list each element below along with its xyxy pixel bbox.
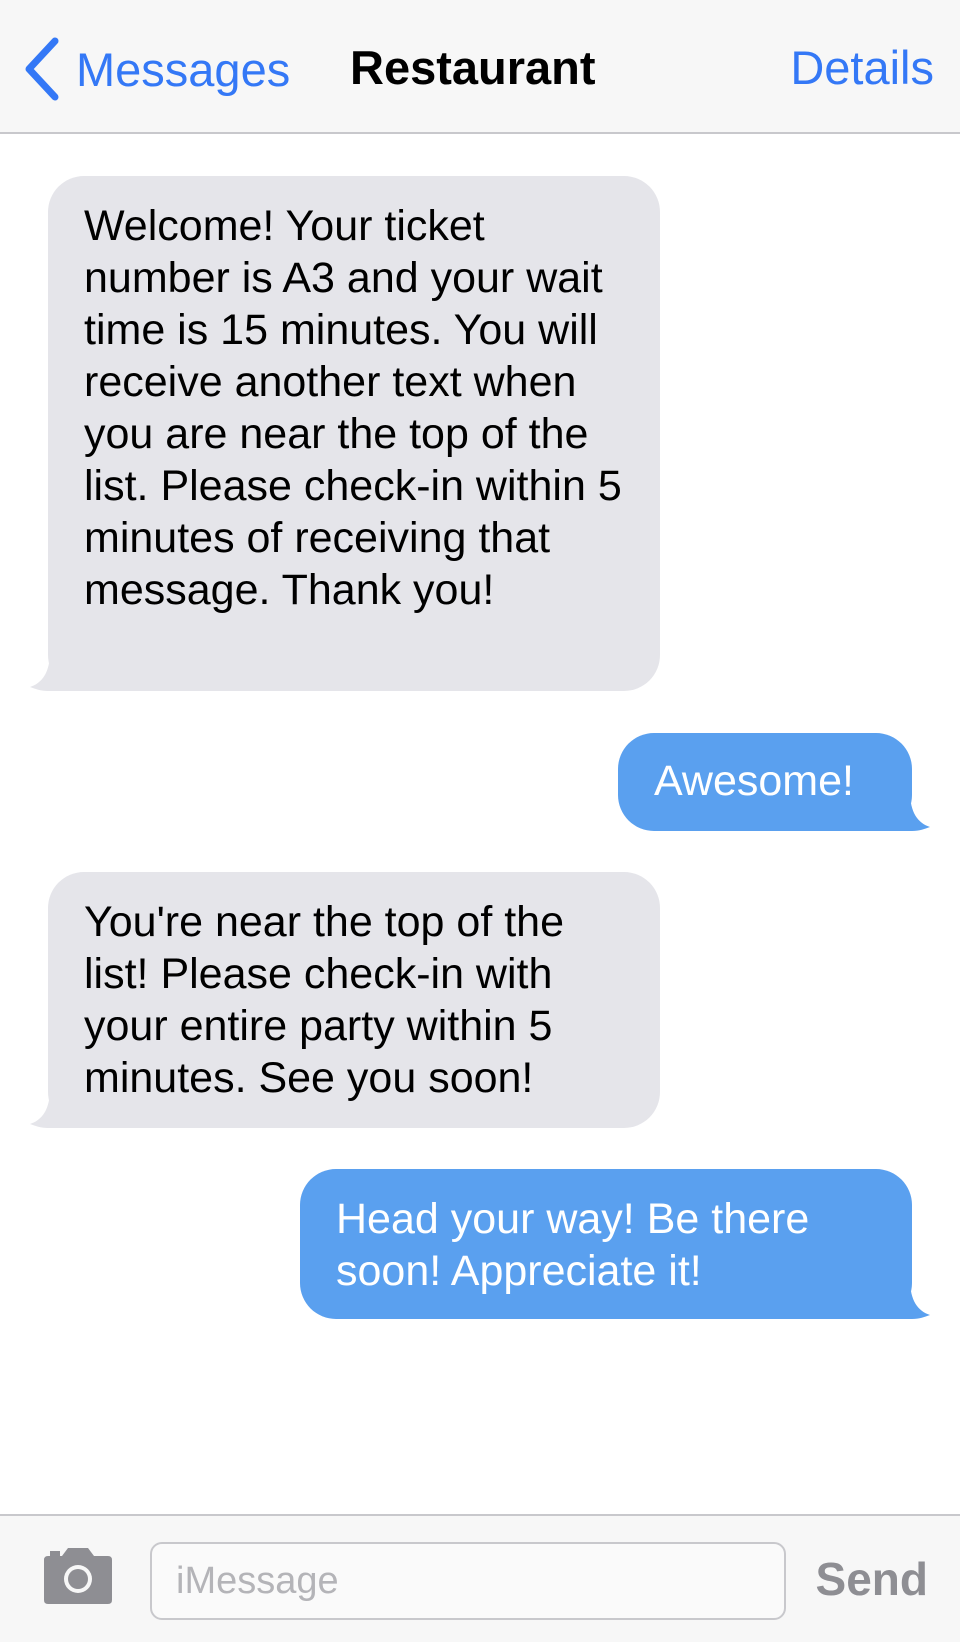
navigation-bar: Messages Restaurant Details [0, 0, 960, 134]
conversation-title: Restaurant [350, 41, 596, 94]
incoming-message-bubble[interactable]: You're near the top of the list! Please … [30, 872, 660, 1128]
bubble-tail [30, 1088, 88, 1128]
message-text: You're near the top of the list! Please … [84, 898, 564, 1102]
outgoing-message-bubble[interactable]: Head your way! Be there soon! Appreciate… [300, 1169, 930, 1319]
send-button[interactable]: Send [816, 1552, 928, 1606]
camera-icon[interactable] [40, 1546, 116, 1606]
bubble-tail [30, 651, 88, 691]
incoming-message-bubble[interactable]: Welcome! Your ticket number is A3 and yo… [30, 176, 660, 691]
message-text: Awesome! [654, 757, 854, 805]
back-button[interactable]: Messages [22, 36, 290, 102]
compose-bar: Send [0, 1514, 960, 1642]
outgoing-message-bubble[interactable]: Awesome! [618, 733, 930, 831]
details-button[interactable]: Details [790, 40, 934, 95]
message-text: Welcome! Your ticket number is A3 and yo… [84, 202, 622, 614]
message-input[interactable] [150, 1542, 786, 1620]
back-label: Messages [76, 42, 291, 96]
chevron-left-icon [22, 37, 62, 101]
message-text: Head your way! Be there soon! Appreciate… [336, 1195, 810, 1295]
